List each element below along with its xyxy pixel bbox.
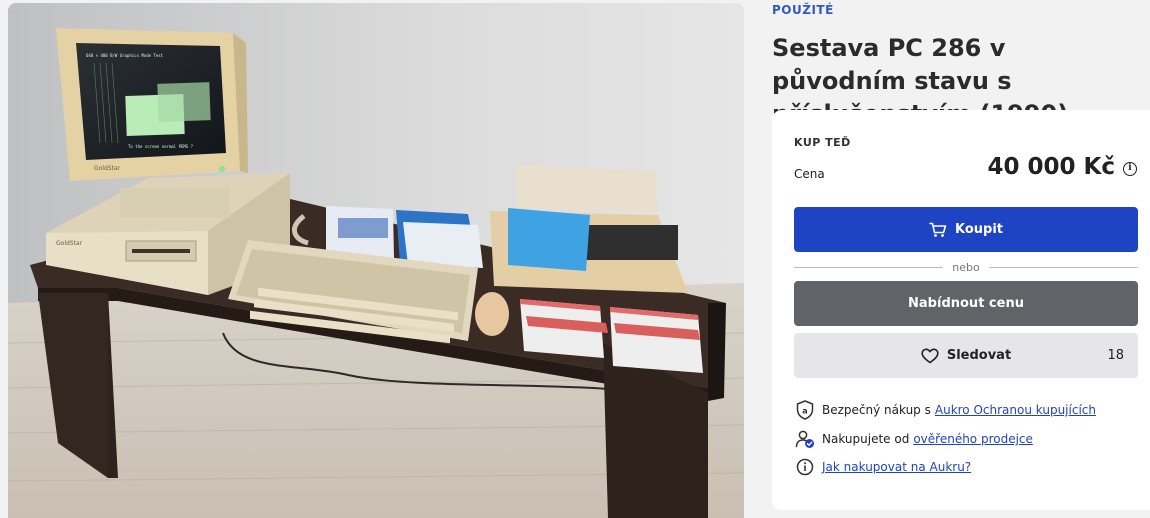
follow-count: 18 <box>1107 348 1124 363</box>
screen-text-top: 640 × 480 B/W Graphics Mode Test <box>86 53 164 58</box>
or-text: nebo <box>952 260 980 274</box>
verified-seller-text: Nakupujete od <box>822 432 910 446</box>
product-photo[interactable]: GoldStar 640 × 480 B/W Graphics Mode Tes… <box>8 3 744 518</box>
follow-label: Sledovat <box>946 348 1012 363</box>
follow-button[interactable]: Sledovat 18 <box>794 333 1138 378</box>
divider-line <box>988 266 1139 268</box>
heart-icon <box>921 348 939 363</box>
buy-button-label: Koupit <box>954 222 1003 237</box>
divider-line <box>794 266 944 268</box>
how-to-buy-link[interactable]: Jak nakupovat na Aukru? <box>822 460 971 474</box>
or-divider: nebo <box>794 260 1139 274</box>
info-circle-icon <box>794 456 816 478</box>
buyer-protection-text: Bezpečný nákup s <box>822 403 931 417</box>
price-value: 40 000 Kč <box>987 154 1116 180</box>
make-offer-label: Nabídnout cenu <box>908 296 1024 311</box>
svg-text:a: a <box>802 407 807 416</box>
verified-user-icon <box>794 428 816 450</box>
verified-seller-row: Nakupujete od ověřeného prodejce <box>794 428 1033 450</box>
buy-now-label: KUP TEĎ <box>794 136 851 149</box>
help-row: Jak nakupovat na Aukru? <box>794 456 971 478</box>
cart-icon <box>929 222 947 237</box>
product-photo-illustration: GoldStar 640 × 480 B/W Graphics Mode Tes… <box>8 3 744 518</box>
purchase-card: KUP TEĎ Cena 40 000 Kč i Koupit nebo Nab… <box>772 110 1150 510</box>
condition-label: POUŽITÉ <box>772 3 834 17</box>
buyer-protection-row: a Bezpečný nákup s Aukro Ochranou kupují… <box>794 399 1096 421</box>
buyer-protection-link[interactable]: Aukro Ochranou kupujících <box>935 403 1096 417</box>
price-label: Cena <box>794 167 825 181</box>
verified-seller-link[interactable]: ověřeného prodejce <box>913 432 1033 446</box>
shield-icon: a <box>794 399 816 421</box>
buy-button[interactable]: Koupit <box>794 207 1138 252</box>
screen-text-bottom: To the screen normal PEMS ? <box>128 144 194 149</box>
info-icon[interactable]: i <box>1123 162 1137 176</box>
make-offer-button[interactable]: Nabídnout cenu <box>794 281 1138 326</box>
monitor-brand: GoldStar <box>94 165 121 172</box>
svg-text:GoldStar: GoldStar <box>56 240 83 247</box>
